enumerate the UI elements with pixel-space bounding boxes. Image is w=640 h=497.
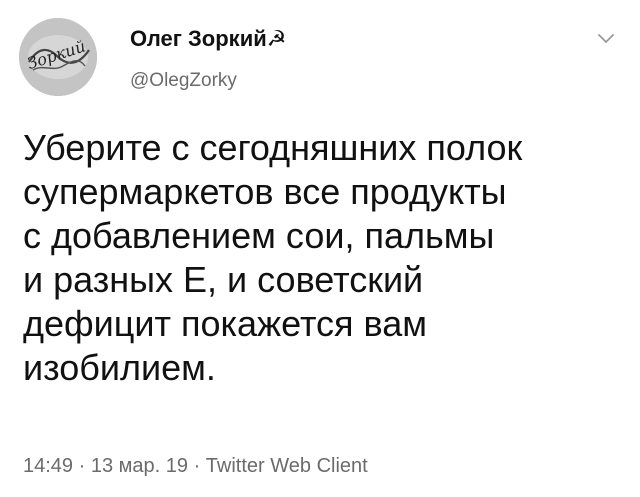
display-name[interactable]: Олег Зоркий☭: [130, 26, 286, 52]
tweet-text-line: изобилием.: [23, 347, 216, 388]
tweet-text-line: с добавлением сои, пальмы: [23, 215, 495, 256]
tweet-meta: 14:49 · 13 мар. 19 · Twitter Web Client: [23, 454, 368, 478]
meta-separator: ·: [73, 455, 91, 477]
tweet-text-line: дефицит покажется вам: [23, 303, 428, 344]
tweet-text-line: супермаркетов все продукты: [23, 171, 507, 212]
user-handle[interactable]: @OlegZorky: [130, 70, 237, 92]
chevron-down-icon[interactable]: [598, 34, 614, 44]
tweet-time[interactable]: 14:49: [23, 455, 73, 477]
tweet-card: Зоркий Олег Зоркий☭ @OlegZorky Уберите с…: [0, 0, 640, 497]
avatar[interactable]: Зоркий: [19, 18, 97, 96]
tweet-text-line: Уберите с сегодняшних полок: [23, 127, 523, 168]
avatar-image: Зоркий: [19, 18, 97, 96]
meta-separator: ·: [188, 455, 206, 477]
tweet-text: Уберите с сегодняшних полок супермаркето…: [23, 126, 623, 390]
tweet-date[interactable]: 13 мар. 19: [91, 455, 188, 477]
author-block[interactable]: Олег Зоркий☭ @OlegZorky: [130, 26, 286, 91]
tweet-text-line: и разных Е, и советский: [23, 259, 424, 300]
tweet-client: Twitter Web Client: [205, 455, 368, 477]
